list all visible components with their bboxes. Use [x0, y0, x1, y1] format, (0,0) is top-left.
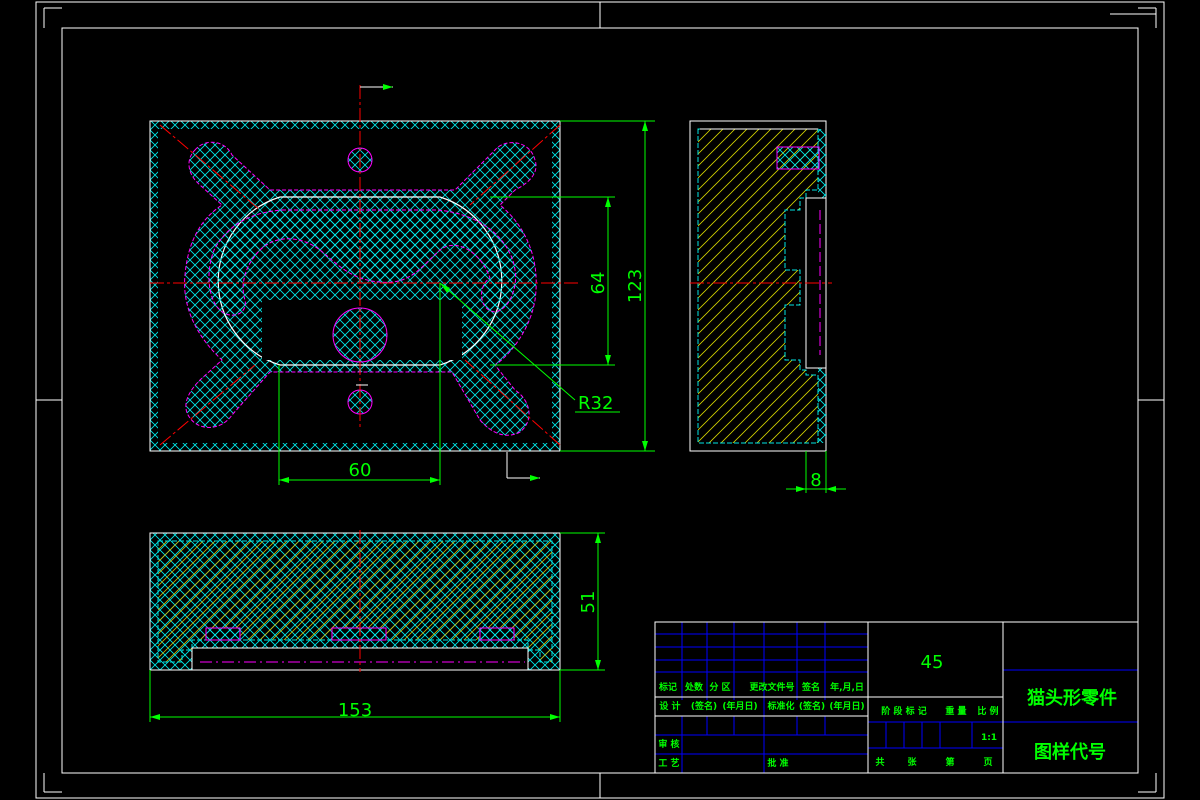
dim-front-height: 51: [578, 591, 599, 614]
tb-scale-label: 比 例: [977, 705, 998, 717]
tb-standard-label: 标准化: [766, 700, 794, 712]
tb-header-sign: 签名: [801, 681, 820, 693]
top-view: [149, 84, 580, 481]
side-view: [689, 120, 832, 452]
tb-header-zone: 分 区: [709, 681, 730, 693]
dim-side-depth: 8: [810, 470, 821, 491]
tb-design-date: (年月日): [722, 700, 757, 712]
tb-sheet-total: 共: [875, 756, 884, 768]
tb-header-count: 处数: [684, 681, 704, 693]
tb-header-change-doc: 更改文件号: [749, 681, 794, 693]
tb-header-mark: 标记: [658, 681, 677, 693]
dim-offset: 60: [349, 460, 372, 481]
tb-design-label: 设 计: [659, 700, 680, 712]
tb-process-label: 工 艺: [658, 757, 679, 769]
tb-approve-label: 批 准: [767, 757, 788, 769]
tb-standard-date: (年月日): [829, 700, 864, 712]
tb-standard-sign: (签名): [799, 700, 825, 712]
title-block: 标记 处数 分 区 更改文件号 签名 年,月,日 设 计 (签名) (年月日) …: [654, 621, 1139, 774]
tb-part-name: 猫头形零件: [1027, 687, 1117, 709]
tb-drawing-code: 图样代号: [1034, 741, 1106, 763]
tb-scale-value: 1:1: [981, 733, 997, 743]
tb-review-label: 审 核: [658, 738, 679, 750]
tb-material: 45: [921, 652, 944, 673]
dim-width-total: 153: [338, 700, 372, 721]
dim-radius: R32: [578, 393, 613, 414]
tb-header-date: 年,月,日: [830, 681, 864, 693]
dim-slot-height: 64: [588, 272, 609, 295]
front-view: [149, 530, 561, 672]
tb-sheet-no: 第: [945, 756, 954, 768]
tb-weight: 重 量: [945, 705, 966, 717]
tb-sheet-no-unit: 页: [983, 757, 992, 768]
tb-design-sign: (签名): [691, 700, 717, 712]
tb-sheet-total-unit: 张: [907, 756, 917, 768]
tb-stage-mark: 阶 段 标 记: [881, 705, 926, 717]
dim-height-total: 123: [625, 269, 646, 303]
cad-drawing: 123 64 60 R32 8 51 153 标记 处数 分 区 更改文件号 签…: [35, 1, 1165, 799]
